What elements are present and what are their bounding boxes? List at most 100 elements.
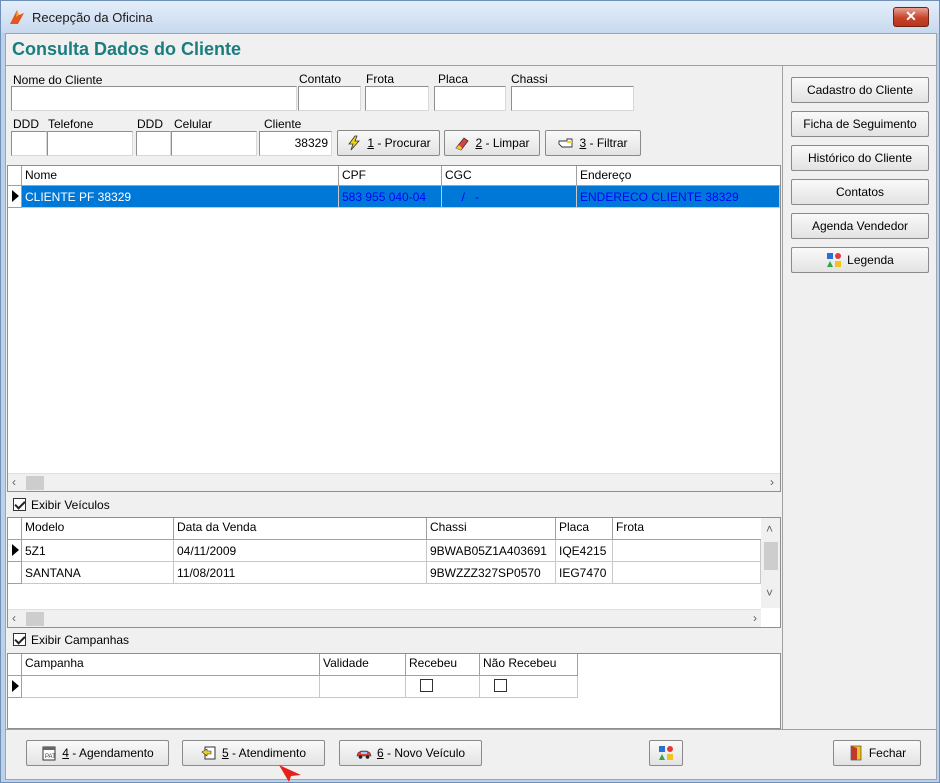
agendamento-button[interactable]: PAT 4 - Agendamento: [26, 740, 169, 766]
vehicle-frota-cell[interactable]: [613, 562, 761, 584]
vehicle-modelo-cell[interactable]: 5Z1: [22, 540, 174, 562]
column-header-frota[interactable]: Frota: [613, 518, 761, 540]
vehicle-placa-cell[interactable]: IQE4215: [556, 540, 613, 562]
atendimento-label: - Atendimento: [228, 746, 307, 760]
scroll-thumb[interactable]: [26, 612, 44, 626]
frota-label: Frota: [366, 72, 395, 86]
column-header-campanha[interactable]: Campanha: [22, 654, 320, 676]
clients-hscrollbar[interactable]: ‹ ›: [8, 473, 780, 491]
column-header-nome[interactable]: Nome: [22, 166, 339, 186]
scroll-thumb[interactable]: [26, 476, 44, 490]
historico-cliente-button[interactable]: Histórico do Cliente: [791, 145, 929, 171]
header-band: Consulta Dados do Cliente: [6, 34, 936, 66]
pointing-hand-icon: [559, 138, 573, 148]
client-cgc-cell[interactable]: / -: [442, 186, 577, 208]
chassi-label: Chassi: [511, 72, 548, 86]
novo-veiculo-label: - Novo Veículo: [383, 746, 466, 760]
main-window: Recepção da Oficina ✕ Consulta Dados do …: [0, 0, 940, 783]
exibir-veiculos-checkbox[interactable]: [13, 498, 26, 511]
celular-label: Celular: [174, 117, 213, 131]
campaigns-grid: Campanha Validade Recebeu Não Recebeu: [7, 653, 781, 729]
column-header-placa[interactable]: Placa: [556, 518, 613, 540]
exit-door-icon: [850, 745, 862, 761]
column-header-cpf[interactable]: CPF: [339, 166, 442, 186]
ficha-seguimento-button[interactable]: Ficha de Seguimento: [791, 111, 929, 137]
frota-input[interactable]: [365, 86, 429, 111]
vehicle-modelo-cell[interactable]: SANTANA: [22, 562, 174, 584]
novo-veiculo-button[interactable]: 6 - Novo Veículo: [339, 740, 482, 766]
legenda-button[interactable]: Legenda: [791, 247, 929, 273]
column-header-cgc[interactable]: CGC: [442, 166, 577, 186]
column-header-endereco[interactable]: Endereço: [577, 166, 780, 186]
filtrar-button[interactable]: 3 - Filtrar: [545, 130, 641, 156]
ddd-celular-input[interactable]: [136, 131, 171, 156]
cadastro-cliente-button[interactable]: Cadastro do Cliente: [791, 77, 929, 103]
legenda-label: Legenda: [847, 253, 894, 267]
vehicles-vscrollbar[interactable]: ˄ ˅: [761, 518, 780, 608]
column-header-data-venda[interactable]: Data da Venda: [174, 518, 427, 540]
campaign-recebeu-cell[interactable]: [406, 676, 480, 698]
service-form-icon: [201, 746, 216, 760]
vehicles-grid: Modelo Data da Venda Chassi Placa Frota …: [7, 517, 781, 628]
ddd-label: DDD: [13, 117, 39, 131]
close-button[interactable]: ✕: [893, 7, 929, 27]
nao-recebeu-checkbox[interactable]: [494, 679, 507, 692]
scroll-up-icon[interactable]: ˄: [766, 522, 773, 536]
campaign-nao-recebeu-cell[interactable]: [480, 676, 578, 698]
exibir-campanhas-checkbox[interactable]: [13, 633, 26, 646]
column-header-validade[interactable]: Validade: [320, 654, 406, 676]
limpar-button[interactable]: 2 - Limpar: [444, 130, 540, 156]
client-name-cell[interactable]: CLIENTE PF 38329: [22, 186, 339, 208]
vehicle-data-cell[interactable]: 04/11/2009: [174, 540, 427, 562]
agendamento-label: - Agendamento: [68, 746, 154, 760]
svg-text:PAT: PAT: [45, 754, 56, 760]
campaign-validade-cell[interactable]: [320, 676, 406, 698]
row-indicator: [8, 186, 22, 208]
agenda-vendedor-button[interactable]: Agenda Vendedor: [791, 213, 929, 239]
placa-label: Placa: [438, 72, 469, 86]
vehicle-chassi-cell[interactable]: 9BWZZZ327SP0570: [427, 562, 556, 584]
vehicle-chassi-cell[interactable]: 9BWAB05Z1A403691: [427, 540, 556, 562]
contato-input[interactable]: [298, 86, 361, 111]
window-title: Recepção da Oficina: [32, 10, 153, 25]
eraser-icon: [455, 137, 470, 151]
ddd-input[interactable]: [11, 131, 47, 156]
procurar-button[interactable]: 1 - Procurar: [337, 130, 440, 156]
cliente-input[interactable]: 38329: [259, 131, 332, 156]
column-header-chassi[interactable]: Chassi: [427, 518, 556, 540]
vscroll-thumb[interactable]: [764, 542, 778, 570]
client-endereco-cell[interactable]: ENDERECO CLIENTE 38329: [577, 186, 780, 208]
fechar-button[interactable]: Fechar: [833, 740, 921, 766]
agendamento-hotkey: 4: [62, 746, 69, 760]
legend-shapes-icon: [659, 746, 673, 760]
novo-veiculo-hotkey: 6: [376, 746, 384, 760]
car-icon: [356, 750, 372, 759]
legend-shapes-icon: [827, 253, 842, 267]
celular-input[interactable]: [171, 131, 257, 156]
scroll-right-icon[interactable]: ›: [770, 475, 774, 489]
client-cpf-cell[interactable]: 583 955 040-04: [339, 186, 442, 208]
vehicles-hscrollbar[interactable]: ‹ ›: [8, 609, 761, 627]
campaign-name-cell[interactable]: [22, 676, 320, 698]
column-header-nao-recebeu[interactable]: Não Recebeu: [480, 654, 578, 676]
chassi-input[interactable]: [511, 86, 634, 111]
scroll-left-icon[interactable]: ‹: [12, 611, 16, 625]
placa-input[interactable]: [434, 86, 506, 111]
scroll-down-icon[interactable]: ˅: [766, 586, 773, 600]
recebeu-checkbox[interactable]: [420, 679, 433, 692]
vehicle-frota-cell[interactable]: [613, 540, 761, 562]
contatos-button[interactable]: Contatos: [791, 179, 929, 205]
scroll-left-icon[interactable]: ‹: [12, 475, 16, 489]
nome-cliente-label: Nome do Cliente: [13, 73, 103, 87]
column-header-modelo[interactable]: Modelo: [22, 518, 174, 540]
vehicle-placa-cell[interactable]: IEG7470: [556, 562, 613, 584]
atendimento-hotkey: 5: [221, 746, 229, 760]
contato-label: Contato: [299, 72, 342, 86]
vehicle-data-cell[interactable]: 11/08/2011: [174, 562, 427, 584]
legend-shortcut-button[interactable]: [649, 740, 683, 766]
bottom-toolbar: PAT 4 - Agendamento 5 - Atendimento 6 - …: [6, 729, 936, 779]
column-header-recebeu[interactable]: Recebeu: [406, 654, 480, 676]
scroll-right-icon[interactable]: ›: [753, 611, 757, 625]
telefone-input[interactable]: [47, 131, 133, 156]
nome-cliente-input[interactable]: [11, 86, 297, 111]
